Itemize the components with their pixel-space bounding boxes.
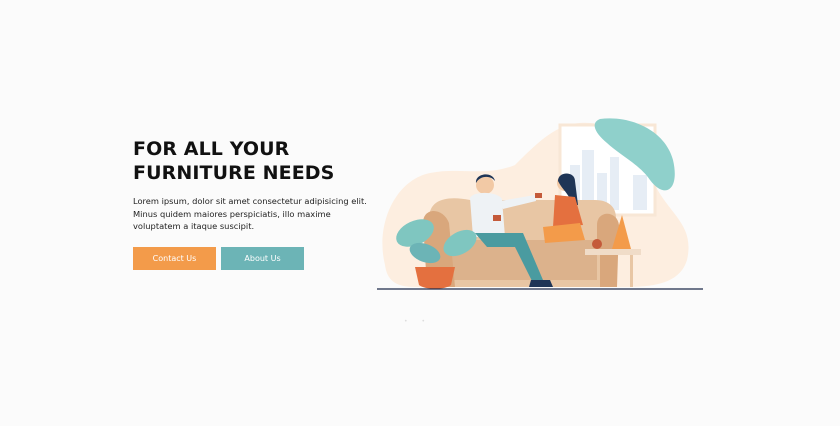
side-table-leg xyxy=(630,255,633,287)
hero-description-line1: Lorem ipsum, dolor sit amet consectetur … xyxy=(133,196,367,206)
page: FOR ALL YOUR FURNITURE NEEDS Lorem ipsum… xyxy=(0,0,840,426)
plant-pot xyxy=(415,267,455,289)
side-table-leg xyxy=(597,255,600,287)
hero-title-line2: FURNITURE NEEDS xyxy=(133,162,335,184)
man-cup xyxy=(493,215,501,221)
hero-description-line2: Minus quidem maiores perspiciatis, illo … xyxy=(133,208,331,219)
contact-us-button[interactable]: Contact Us xyxy=(133,247,216,270)
hero-buttons: Contact Us About Us xyxy=(133,247,304,270)
side-table xyxy=(585,249,641,255)
about-us-button[interactable]: About Us xyxy=(221,247,304,270)
hero-title-line1: FOR ALL YOUR xyxy=(133,138,290,160)
woman-cup xyxy=(535,193,542,198)
carousel-dots: • • xyxy=(404,318,431,325)
hero-title: FOR ALL YOUR FURNITURE NEEDS xyxy=(133,137,373,185)
city-building xyxy=(610,157,619,210)
teapot xyxy=(592,239,602,249)
hero-text: FOR ALL YOUR FURNITURE NEEDS Lorem ipsum… xyxy=(133,137,373,233)
city-building xyxy=(633,175,647,210)
man-shirt xyxy=(470,192,505,237)
man-shoe xyxy=(529,280,553,287)
couple-on-sofa-illustration xyxy=(377,118,703,290)
hero-description-line3: voluptatem a itaque suscipit. xyxy=(133,221,255,231)
hero-description: Lorem ipsum, dolor sit amet consectetur … xyxy=(133,195,373,233)
